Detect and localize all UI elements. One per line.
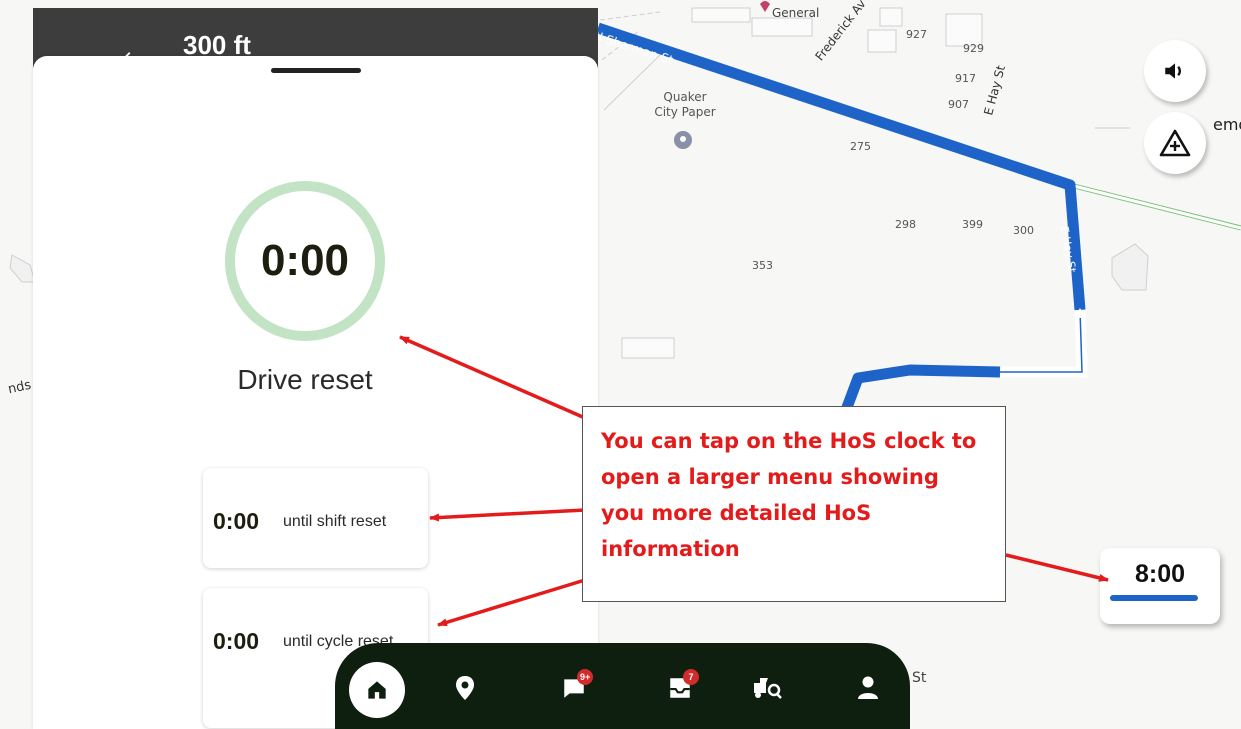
poi-label-general: General — [772, 6, 820, 20]
address-number: 300 — [1013, 224, 1034, 237]
location-pin-icon — [456, 676, 474, 700]
volume-icon — [1165, 63, 1182, 79]
nav-profile-button[interactable] — [843, 663, 893, 713]
nav-inbox-button[interactable]: 7 — [655, 663, 705, 713]
inbox-badge: 7 — [683, 669, 699, 685]
shift-reset-label: until shift reset — [283, 513, 387, 530]
nav-location-button[interactable] — [440, 663, 490, 713]
warning-plus-icon — [1159, 129, 1191, 157]
map-edge-label-right: emo — [1213, 115, 1241, 134]
messages-badge: 9+ — [577, 669, 594, 685]
address-number: 927 — [906, 28, 927, 41]
address-number: 929 — [963, 42, 984, 55]
cycle-reset-value: 0:00 — [213, 628, 260, 654]
hos-detail-panel: 0:00 Drive reset 0:00 until shift reset … — [33, 56, 598, 729]
shift-reset-value: 0:00 — [213, 508, 260, 534]
bottom-navigation: 9+ 7 — [335, 643, 910, 729]
hos-clock-widget[interactable]: 8:00 — [1100, 548, 1220, 624]
address-number: 298 — [895, 218, 916, 231]
report-hazard-button[interactable] — [1144, 112, 1206, 174]
drive-reset-time: 0:00 — [260, 236, 350, 285]
street-label-bottom: St — [912, 670, 927, 686]
nav-home-button[interactable] — [349, 662, 405, 718]
hos-clock-progress-bar — [1110, 595, 1198, 601]
address-number: 907 — [948, 98, 969, 111]
drag-handle[interactable] — [271, 68, 361, 73]
address-number: 399 — [962, 218, 983, 231]
volume-button[interactable] — [1144, 40, 1206, 102]
address-number: 353 — [752, 259, 773, 272]
shift-reset-card[interactable]: 0:00 until shift reset — [203, 468, 428, 568]
person-icon — [858, 676, 878, 699]
truck-search-icon — [754, 678, 782, 699]
callout-text: You can tap on the HoS clock to open a l… — [601, 429, 977, 561]
drive-reset-label: Drive reset — [237, 364, 373, 395]
poi-label-quaker: Quaker City Paper — [654, 90, 716, 119]
nav-vehicle-inspection-button[interactable] — [743, 663, 793, 713]
nav-messages-button[interactable]: 9+ — [549, 663, 599, 713]
hos-clock-time: 8:00 — [1134, 560, 1186, 588]
address-number: 275 — [850, 140, 871, 153]
home-icon — [368, 681, 386, 699]
address-number: 917 — [955, 72, 976, 85]
annotation-callout: You can tap on the HoS clock to open a l… — [582, 406, 1006, 602]
